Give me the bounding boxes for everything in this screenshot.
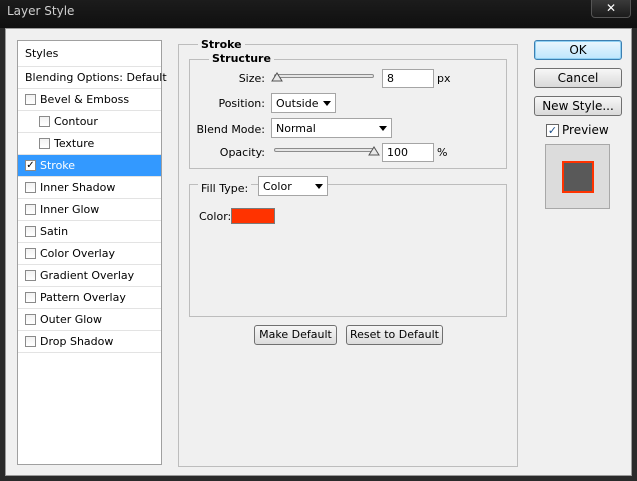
opacity-slider-thumb[interactable] <box>368 146 380 156</box>
preview-thumbnail <box>545 144 610 209</box>
style-item-checkbox[interactable] <box>25 182 36 193</box>
cancel-button[interactable]: Cancel <box>534 68 622 88</box>
style-item-satin[interactable]: Satin <box>18 221 161 243</box>
color-label: Color: <box>199 210 232 223</box>
styles-list: Styles Blending Options: Default Bevel &… <box>17 40 167 465</box>
preview-checkbox[interactable]: ✓ <box>546 124 559 137</box>
style-item-checkbox[interactable] <box>25 226 36 237</box>
size-slider-thumb[interactable] <box>271 72 283 82</box>
fill-frame <box>189 184 507 317</box>
window-title: Layer Style <box>7 4 75 18</box>
style-item-label: Contour <box>54 115 98 128</box>
style-item-checkbox[interactable] <box>25 336 36 347</box>
blending-options-label: Blending Options: Default <box>25 71 167 84</box>
style-item-label: Texture <box>54 137 95 150</box>
style-item-drop-shadow[interactable]: Drop Shadow <box>18 331 161 353</box>
size-input[interactable]: 8 <box>382 69 434 88</box>
position-label: Position: <box>218 97 265 110</box>
styles-header-label: Styles <box>25 47 59 60</box>
blend-mode-label: Blend Mode: <box>196 123 266 136</box>
fill-type-label: Fill Type: <box>198 182 252 195</box>
fill-type-value: Color <box>263 180 292 193</box>
stroke-section-title: Stroke <box>198 38 245 51</box>
fill-type-select[interactable]: Color <box>258 176 328 196</box>
style-item-checkbox[interactable]: ✓ <box>25 160 36 171</box>
title-bar: Layer Style ✕ <box>0 0 637 28</box>
size-unit: px <box>437 72 451 85</box>
new-style-button[interactable]: New Style... <box>534 96 622 116</box>
style-item-checkbox[interactable] <box>25 270 36 281</box>
make-default-button[interactable]: Make Default <box>254 325 337 345</box>
style-item-pattern-overlay[interactable]: Pattern Overlay <box>18 287 161 309</box>
opacity-label: Opacity: <box>219 146 265 159</box>
opacity-slider-track[interactable] <box>274 148 374 152</box>
position-value: Outside <box>276 97 319 110</box>
style-item-label: Drop Shadow <box>40 335 114 348</box>
style-item-checkbox[interactable] <box>25 292 36 303</box>
style-item-checkbox[interactable] <box>25 314 36 325</box>
style-item-gradient-overlay[interactable]: Gradient Overlay <box>18 265 161 287</box>
style-item-label: Pattern Overlay <box>40 291 126 304</box>
style-item-contour[interactable]: Contour <box>18 111 161 133</box>
blend-mode-value: Normal <box>276 122 316 135</box>
close-icon: ✕ <box>605 1 617 15</box>
chevron-down-icon <box>315 184 323 189</box>
preview-label: Preview <box>562 123 609 137</box>
style-item-label: Stroke <box>40 159 76 172</box>
style-item-label: Inner Shadow <box>40 181 116 194</box>
layer-style-dialog: Styles Blending Options: Default Bevel &… <box>5 28 632 476</box>
size-label: Size: <box>238 72 265 85</box>
opacity-input[interactable]: 100 <box>382 143 434 162</box>
stroke-color-swatch[interactable] <box>231 208 275 224</box>
style-item-checkbox[interactable] <box>25 94 36 105</box>
opacity-unit: % <box>437 146 448 159</box>
style-item-label: Bevel & Emboss <box>40 93 130 106</box>
style-item-label: Outer Glow <box>40 313 103 326</box>
style-item-label: Inner Glow <box>40 203 100 216</box>
size-slider-track[interactable] <box>274 74 374 78</box>
blending-options-item[interactable]: Blending Options: Default <box>18 67 167 89</box>
reset-default-button[interactable]: Reset to Default <box>346 325 443 345</box>
style-item-inner-glow[interactable]: Inner Glow <box>18 199 161 221</box>
ok-button[interactable]: OK <box>534 40 622 60</box>
style-item-label: Color Overlay <box>40 247 115 260</box>
close-button[interactable]: ✕ <box>591 0 631 18</box>
style-item-checkbox[interactable] <box>25 248 36 259</box>
style-item-checkbox[interactable] <box>39 116 50 127</box>
styles-header[interactable]: Styles <box>18 41 161 67</box>
style-item-label: Gradient Overlay <box>40 269 135 282</box>
blend-mode-select[interactable]: Normal <box>271 118 392 138</box>
style-item-bevel-emboss[interactable]: Bevel & Emboss <box>18 89 161 111</box>
chevron-down-icon <box>379 126 387 131</box>
style-item-texture[interactable]: Texture <box>18 133 161 155</box>
style-item-outer-glow[interactable]: Outer Glow <box>18 309 161 331</box>
style-item-stroke[interactable]: ✓ Stroke <box>18 155 161 177</box>
style-item-label: Satin <box>40 225 69 238</box>
position-select[interactable]: Outside <box>271 93 336 113</box>
chevron-down-icon <box>323 101 331 106</box>
preview-square <box>562 161 594 193</box>
style-item-checkbox[interactable] <box>39 138 50 149</box>
style-item-checkbox[interactable] <box>25 204 36 215</box>
style-item-color-overlay[interactable]: Color Overlay <box>18 243 161 265</box>
structure-title: Structure <box>209 52 274 65</box>
style-item-inner-shadow[interactable]: Inner Shadow <box>18 177 161 199</box>
